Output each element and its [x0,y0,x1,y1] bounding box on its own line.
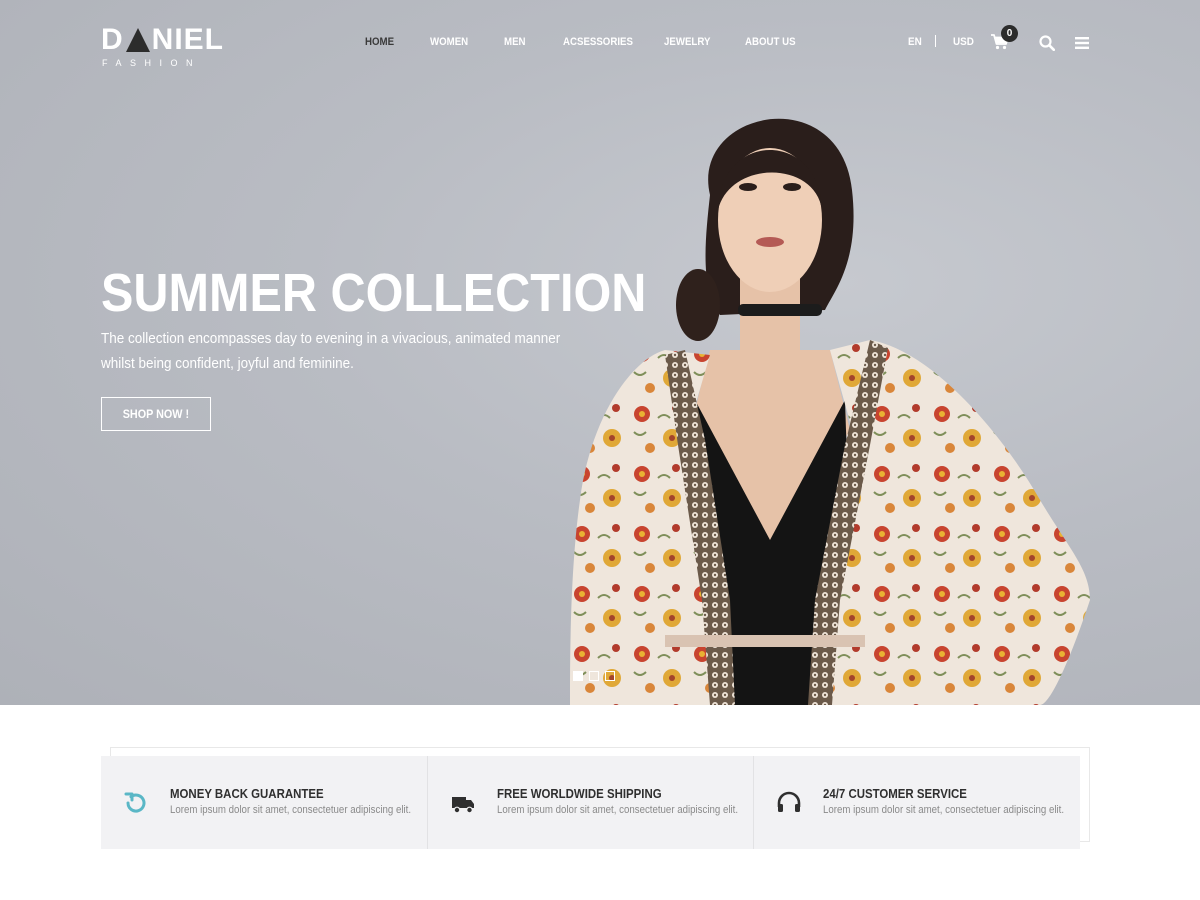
feature-money-back: MONEY BACK GUARANTEE Lorem ipsum dolor s… [101,756,428,849]
hero-title: SUMMER COLLECTION [101,263,647,323]
logo-subtitle: FASHION [102,58,202,68]
refresh-icon [124,792,146,813]
headphones-icon [778,791,801,812]
main-nav: HOME WOMEN MEN ACSESSORIES JEWELRY ABOUT… [0,36,1200,52]
nav-men[interactable]: MEN [504,36,526,48]
language-selector[interactable]: EN [908,36,922,48]
shop-now-button[interactable]: SHOP NOW ! [101,397,211,431]
nav-jewelry[interactable]: JEWELRY [664,36,710,48]
cart-count-badge: 0 [1001,25,1018,42]
slider-dot-3[interactable] [605,671,615,681]
hero-description: The collection encompasses day to evenin… [101,330,561,372]
model-photo [570,118,1090,705]
slider-dot-2[interactable] [589,671,599,681]
truck-icon [451,797,474,814]
feature-text: Lorem ipsum dolor sit amet, consectetuer… [170,804,412,816]
nav-about-us[interactable]: ABOUT US [745,36,796,48]
nav-home[interactable]: HOME [365,36,394,48]
feature-text: Lorem ipsum dolor sit amet, consectetuer… [496,804,738,816]
feature-customer-service: 24/7 CUSTOMER SERVICE Lorem ipsum dolor … [754,756,1080,849]
currency-selector[interactable]: USD [953,36,974,48]
shop-now-label: SHOP NOW ! [122,407,190,421]
hamburger-menu-icon[interactable] [1075,37,1089,49]
features-bar: MONEY BACK GUARANTEE Lorem ipsum dolor s… [101,756,1080,849]
utility-divider [935,35,936,47]
slider-dot-1[interactable] [573,671,583,681]
feature-title: FREE WORLDWIDE SHIPPING [496,786,662,801]
feature-text: Lorem ipsum dolor sit amet, consectetuer… [823,804,1065,816]
feature-title: MONEY BACK GUARANTEE [170,786,324,801]
hero-banner: D NIEL FASHION HOME WOMEN MEN ACSESSORIE… [0,0,1200,705]
feature-title: 24/7 CUSTOMER SERVICE [823,786,968,801]
search-icon[interactable] [1039,35,1055,51]
feature-shipping: FREE WORLDWIDE SHIPPING Lorem ipsum dolo… [428,756,755,849]
nav-accessories[interactable]: ACSESSORIES [563,36,633,48]
nav-women[interactable]: WOMEN [430,36,468,48]
